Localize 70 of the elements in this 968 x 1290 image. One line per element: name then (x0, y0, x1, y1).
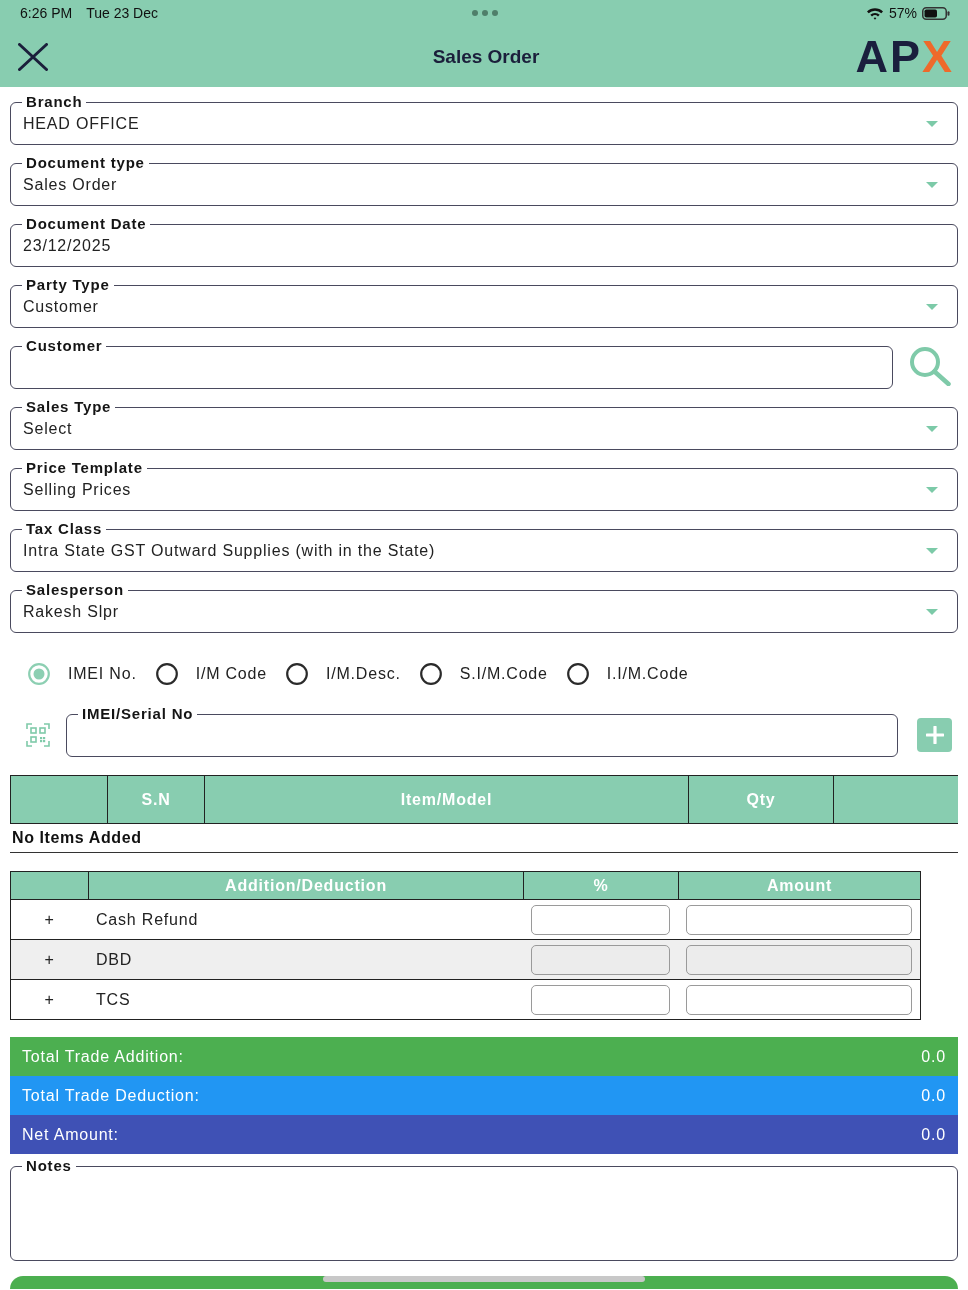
status-time: 6:26 PM (20, 5, 73, 21)
caret-icon (926, 121, 938, 127)
radio-option[interactable]: IMEI No. (28, 663, 137, 685)
total-value: 0.0 (921, 1047, 946, 1066)
screen-title: Sales Order (432, 45, 540, 68)
field-value: HEAD OFFICE (23, 115, 140, 133)
total-label: Net Amount: (22, 1125, 119, 1144)
dropdown-field[interactable]: Sales Type Select (10, 398, 958, 450)
amount-field[interactable] (686, 984, 912, 1015)
close-icon[interactable] (18, 42, 48, 71)
field-value: Sales Order (23, 176, 118, 194)
radio-option[interactable]: I/M Code (155, 663, 267, 685)
dropdown-field[interactable]: Tax Class Intra State GST Outward Supplies (with in the State) (10, 520, 958, 572)
percent-field[interactable] (531, 984, 670, 1015)
radio-option[interactable]: I/M.Desc. (285, 663, 401, 685)
search-icon[interactable] (909, 346, 951, 386)
field-label: IMEI/Serial No (81, 705, 195, 723)
sign-text: + (44, 990, 55, 1009)
field-label: Salesperson (25, 581, 125, 599)
amount-field[interactable] (686, 904, 912, 935)
plus-icon (925, 726, 944, 744)
field-label: Branch (25, 93, 84, 111)
wifi-icon (865, 6, 884, 20)
scan-icon[interactable] (26, 723, 50, 747)
field-value: Customer (23, 298, 99, 316)
field-label: Document type (25, 154, 146, 172)
field-value: Select (23, 420, 73, 438)
caret-icon (926, 426, 938, 432)
field-value: Selling Prices (23, 481, 132, 499)
caret-icon (926, 304, 938, 310)
empty-message: No Items Added (12, 829, 142, 847)
field-label: Notes (25, 1157, 73, 1175)
column-header: Qty (689, 776, 834, 823)
adjustment-name: DBD (96, 950, 133, 969)
dropdown-field[interactable]: Salesperson Rakesh Slpr (10, 581, 958, 633)
radio-option[interactable]: S.I/M.Code (419, 663, 548, 685)
sign-text: + (44, 950, 55, 969)
battery-percent: 57% (888, 5, 917, 21)
adjustment-name: TCS (96, 990, 131, 1009)
field-label: Customer (25, 337, 104, 355)
field-label: Sales Type (25, 398, 113, 416)
caret-icon (926, 182, 938, 188)
caret-icon (926, 548, 938, 554)
percent-field[interactable] (531, 904, 670, 935)
dropdown-field[interactable]: Price Template Selling Prices (10, 459, 958, 511)
dropdown-field[interactable]: Branch HEAD OFFICE (10, 93, 958, 145)
radio-option[interactable]: I.I/M.Code (566, 663, 689, 685)
total-value: 0.0 (921, 1125, 946, 1144)
ellipsis-icon[interactable] (472, 10, 498, 16)
status-date: Tue 23 Dec (86, 5, 158, 21)
caret-icon (926, 609, 938, 615)
caret-icon (926, 487, 938, 493)
field-value: Intra State GST Outward Supplies (with in the State) (23, 542, 436, 560)
add-button[interactable] (917, 718, 952, 752)
column-header: S.N (108, 776, 205, 823)
field-label: Party Type (25, 276, 111, 294)
logo-wordmark: APX (855, 34, 954, 79)
field-value: 23/12/2025 (23, 237, 112, 255)
field-label: Tax Class (25, 520, 104, 538)
field-label: Price Template (25, 459, 144, 477)
input-field[interactable]: IMEI/Serial No (66, 705, 898, 757)
sign-text: + (44, 910, 55, 929)
adjustment-name: Cash Refund (96, 910, 199, 929)
total-label: Total Trade Deduction: (22, 1086, 200, 1105)
total-value: 0.0 (921, 1086, 946, 1105)
total-label: Total Trade Addition: (22, 1047, 184, 1066)
battery-icon (922, 6, 950, 20)
field-value: Rakesh Slpr (23, 603, 119, 621)
field-label: Document Date (25, 215, 148, 233)
column-header: Item/Model (205, 776, 689, 823)
